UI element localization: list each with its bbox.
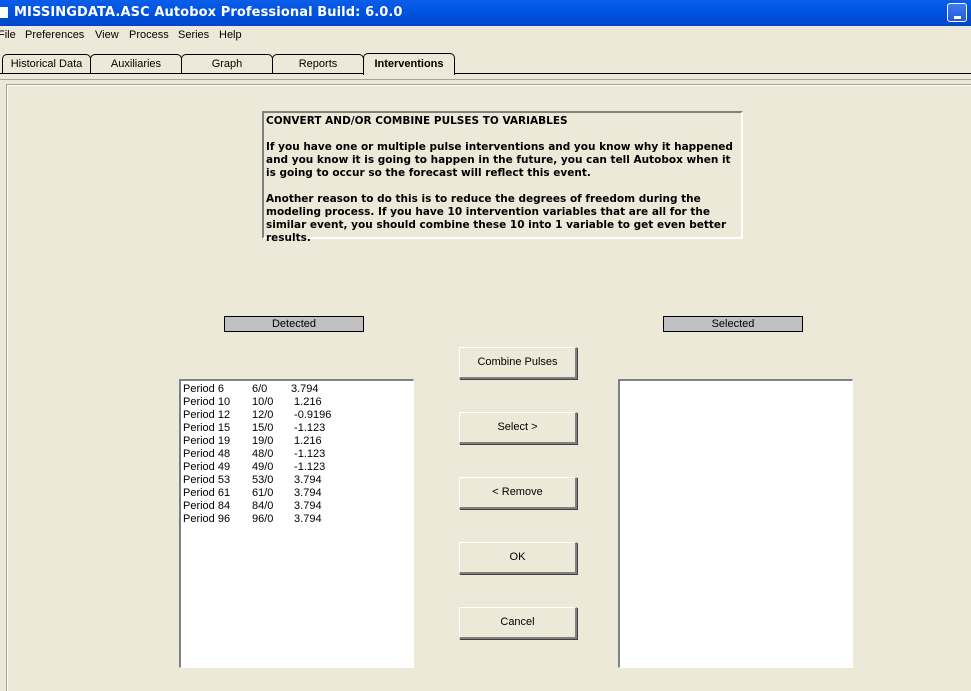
detected-list[interactable]: Period 6 6/0 3.794 Period 10 10/0 1.216 Perio… bbox=[179, 379, 414, 668]
period-text: Period 48 bbox=[183, 448, 231, 460]
menu-help[interactable]: Help bbox=[219, 29, 242, 41]
minimize-icon bbox=[954, 16, 961, 19]
title-bar: MISSINGDATA.ASC Autobox Professional Bui… bbox=[0, 0, 971, 26]
code-text: 10/0 bbox=[252, 396, 274, 408]
menu-file[interactable]: File bbox=[0, 29, 16, 41]
value-text: -1.123 bbox=[291, 461, 326, 473]
list-item[interactable]: Period 6 6/0 3.794 bbox=[181, 383, 413, 396]
combine-pulses-button[interactable]: Combine Pulses bbox=[459, 347, 577, 379]
menu-process[interactable]: Process bbox=[129, 29, 169, 41]
tab-graph[interactable]: Graph bbox=[181, 54, 273, 73]
value-text: 3.794 bbox=[291, 474, 322, 486]
value-text: 1.216 bbox=[291, 435, 322, 447]
cancel-button[interactable]: Cancel bbox=[459, 607, 577, 639]
tab-reports[interactable]: Reports bbox=[272, 54, 364, 73]
code-text: 84/0 bbox=[252, 500, 274, 512]
period-text: Period 53 bbox=[183, 474, 231, 486]
value-text: 3.794 bbox=[291, 513, 322, 525]
list-item[interactable]: Period 19 19/0 1.216 bbox=[181, 435, 413, 448]
tab-strip: Historical Data Auxiliaries Graph Report… bbox=[0, 53, 971, 75]
period-text: Period 96 bbox=[183, 513, 231, 525]
list-item[interactable]: Period 84 84/0 3.794 bbox=[181, 500, 413, 513]
list-item[interactable]: Period 53 53/0 3.794 bbox=[181, 474, 413, 487]
period-text: Period 61 bbox=[183, 487, 231, 499]
value-text: -1.123 bbox=[291, 422, 326, 434]
info-heading: CONVERT AND/OR COMBINE PULSES TO VARIABL… bbox=[266, 115, 568, 127]
code-text: 6/0 bbox=[252, 383, 268, 395]
menu-bar: File Preferences View Process Series Hel… bbox=[0, 26, 971, 46]
code-text: 61/0 bbox=[252, 487, 274, 499]
selected-list[interactable] bbox=[618, 379, 853, 668]
app-icon bbox=[0, 7, 8, 18]
value-text: -1.123 bbox=[291, 448, 326, 460]
select-button[interactable]: Select > bbox=[459, 412, 577, 444]
code-text: 49/0 bbox=[252, 461, 274, 473]
info-paragraph-1: If you have one or multiple pulse interv… bbox=[266, 141, 733, 179]
window-title: MISSINGDATA.ASC Autobox Professional Bui… bbox=[14, 5, 403, 20]
value-text: -0.9196 bbox=[291, 409, 332, 421]
period-text: Period 12 bbox=[183, 409, 231, 421]
period-text: Period 6 bbox=[183, 383, 224, 395]
period-text: Period 19 bbox=[183, 435, 231, 447]
period-text: Period 15 bbox=[183, 422, 231, 434]
list-item[interactable]: Period 96 96/0 3.794 bbox=[181, 513, 413, 526]
value-text: 3.794 bbox=[291, 500, 322, 512]
period-text: Period 84 bbox=[183, 500, 231, 512]
code-text: 15/0 bbox=[252, 422, 274, 434]
value-text: 1.216 bbox=[291, 396, 322, 408]
code-text: 96/0 bbox=[252, 513, 274, 525]
list-item[interactable]: Period 10 10/0 1.216 bbox=[181, 396, 413, 409]
tab-divider bbox=[0, 73, 971, 74]
menu-view[interactable]: View bbox=[95, 29, 119, 41]
list-item[interactable]: Period 61 61/0 3.794 bbox=[181, 487, 413, 500]
info-box: CONVERT AND/OR COMBINE PULSES TO VARIABL… bbox=[262, 111, 743, 244]
list-item[interactable]: Period 49 49/0 -1.123 bbox=[181, 461, 413, 474]
info-paragraph-2: Another reason to do this is to reduce t… bbox=[266, 193, 727, 244]
code-text: 19/0 bbox=[252, 435, 274, 447]
list-item[interactable]: Period 48 48/0 -1.123 bbox=[181, 448, 413, 461]
code-text: 53/0 bbox=[252, 474, 274, 486]
tab-divider-secondary bbox=[0, 79, 971, 80]
value-text: 3.794 bbox=[291, 487, 322, 499]
minimize-button[interactable] bbox=[947, 3, 967, 22]
list-item[interactable]: Period 15 15/0 -1.123 bbox=[181, 422, 413, 435]
code-text: 12/0 bbox=[252, 409, 274, 421]
ok-button[interactable]: OK bbox=[459, 542, 577, 574]
detected-label: Detected bbox=[224, 316, 364, 332]
period-text: Period 10 bbox=[183, 396, 231, 408]
period-text: Period 49 bbox=[183, 461, 231, 473]
menu-preferences[interactable]: Preferences bbox=[25, 29, 84, 41]
tab-interventions[interactable]: Interventions bbox=[363, 53, 455, 75]
code-text: 48/0 bbox=[252, 448, 274, 460]
value-text: 3.794 bbox=[291, 383, 319, 395]
tab-auxiliaries[interactable]: Auxiliaries bbox=[90, 54, 182, 73]
list-item[interactable]: Period 12 12/0 -0.9196 bbox=[181, 409, 413, 422]
selected-label: Selected bbox=[663, 316, 803, 332]
remove-button[interactable]: < Remove bbox=[459, 477, 577, 509]
menu-series[interactable]: Series bbox=[178, 29, 209, 41]
tab-historical-data[interactable]: Historical Data bbox=[2, 54, 91, 73]
